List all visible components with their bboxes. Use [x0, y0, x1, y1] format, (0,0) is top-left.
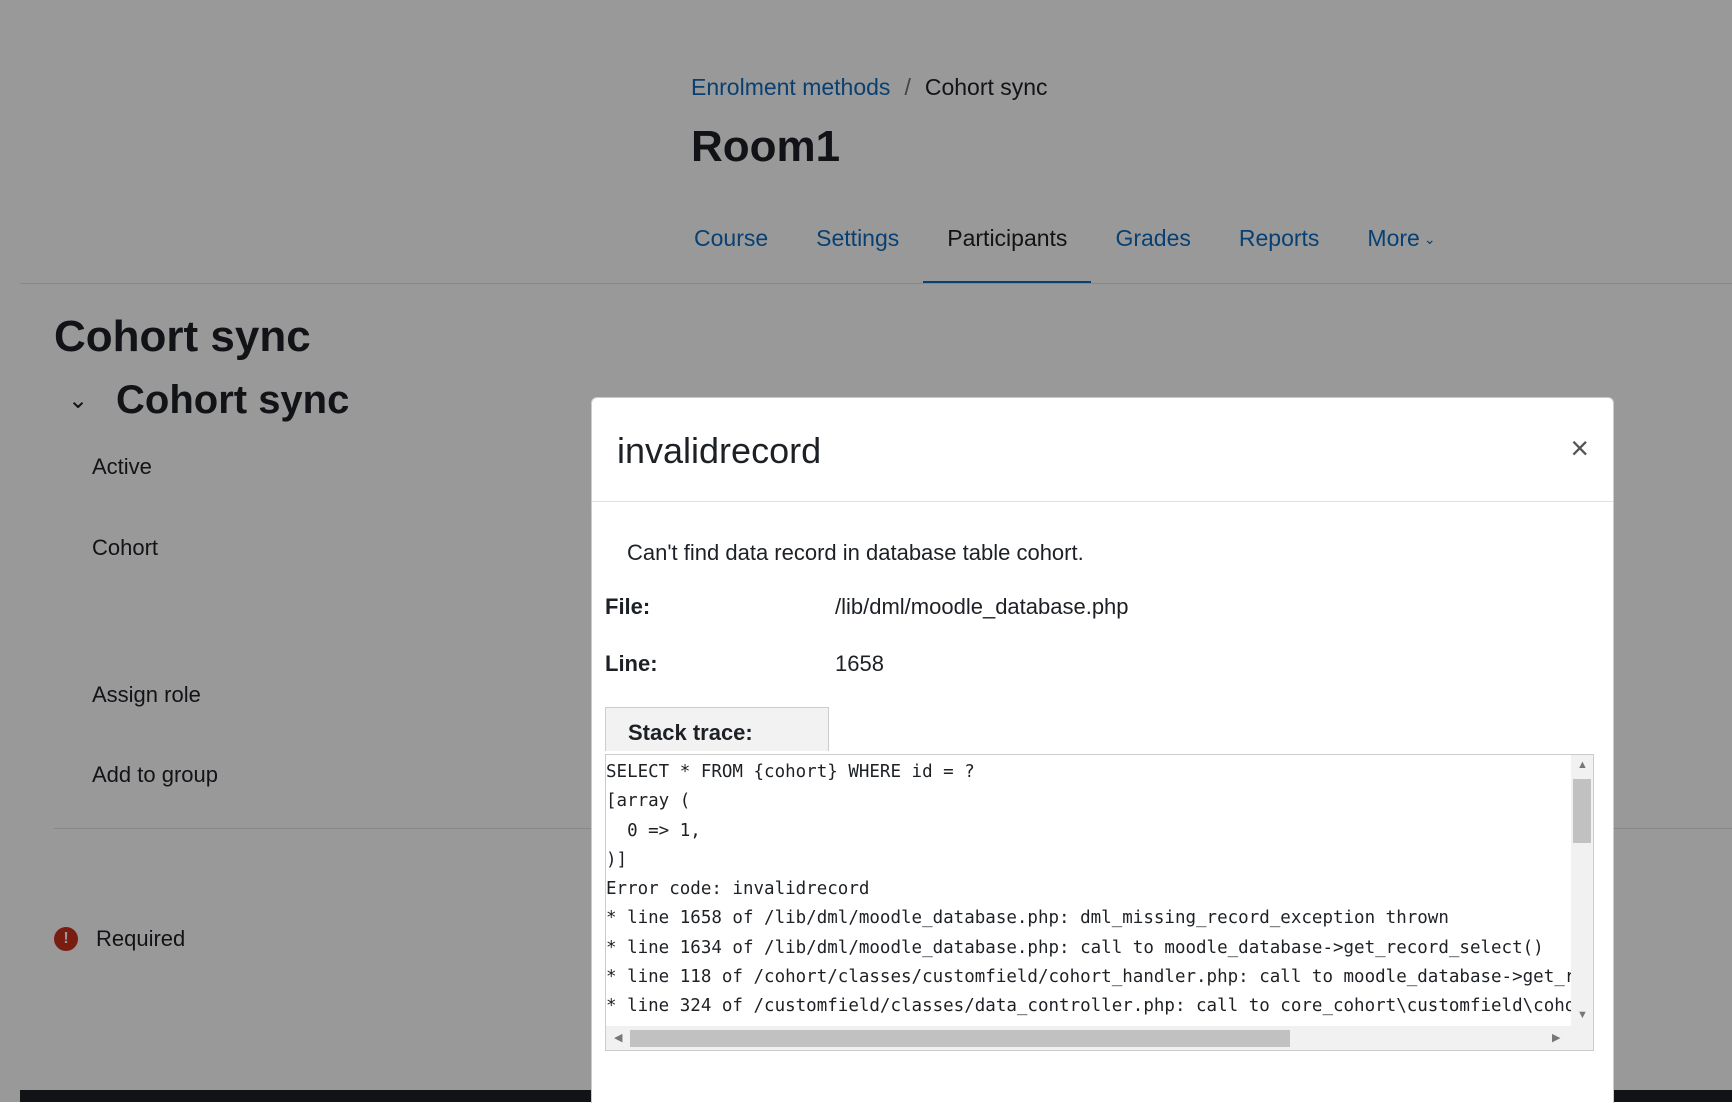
- scroll-up-icon[interactable]: ▲: [1577, 759, 1588, 771]
- scroll-right-icon[interactable]: ▶: [1552, 1031, 1560, 1044]
- file-row: File: /lib/dml/moodle_database.php: [605, 594, 1129, 620]
- stack-trace-box[interactable]: SELECT * FROM {cohort} WHERE id = ? [arr…: [605, 754, 1594, 1051]
- stack-trace-text: SELECT * FROM {cohort} WHERE id = ? [arr…: [606, 762, 1571, 1017]
- scrollbar-corner: [1571, 1026, 1593, 1050]
- error-message: Can't find data record in database table…: [627, 540, 1084, 565]
- close-icon[interactable]: ×: [1570, 432, 1589, 464]
- file-value: /lib/dml/moodle_database.php: [835, 594, 1129, 619]
- file-label: File:: [605, 594, 651, 619]
- line-row: Line: 1658: [605, 651, 884, 677]
- line-value: 1658: [835, 651, 884, 676]
- line-label: Line:: [605, 651, 658, 676]
- vertical-scrollbar[interactable]: ▲ ▼: [1571, 755, 1593, 1026]
- scroll-down-icon[interactable]: ▼: [1577, 1009, 1588, 1021]
- modal-header: invalidrecord ×: [592, 398, 1613, 502]
- horizontal-scroll-thumb[interactable]: [630, 1030, 1290, 1047]
- stack-trace-toggle[interactable]: Stack trace:: [605, 707, 829, 751]
- scroll-left-icon[interactable]: ◀: [614, 1031, 622, 1044]
- error-modal: invalidrecord × Can't find data record i…: [591, 397, 1614, 1103]
- horizontal-scrollbar[interactable]: ◀ ▶: [606, 1026, 1571, 1050]
- modal-title: invalidrecord: [617, 430, 822, 471]
- stack-trace-viewport: SELECT * FROM {cohort} WHERE id = ? [arr…: [606, 755, 1571, 1026]
- vertical-scroll-thumb[interactable]: [1573, 779, 1591, 843]
